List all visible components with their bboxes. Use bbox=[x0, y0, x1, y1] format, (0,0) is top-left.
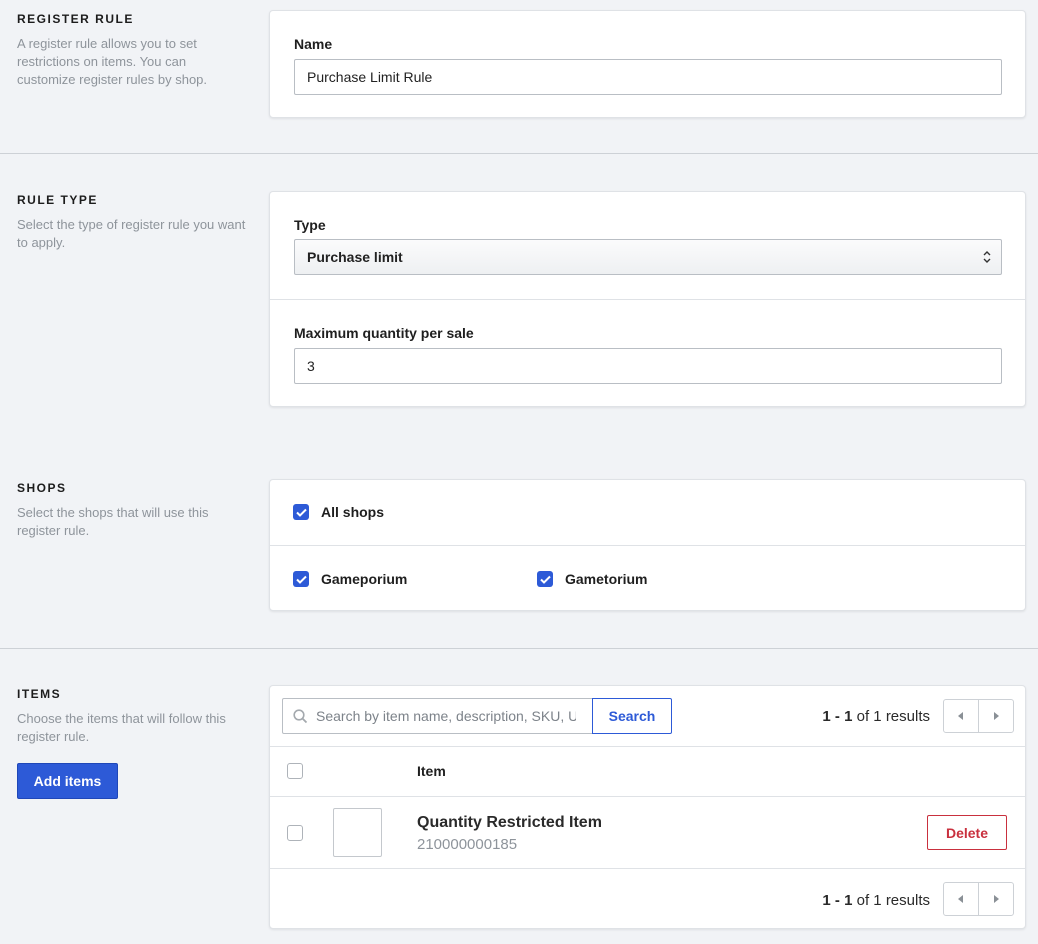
all-shops-checkbox[interactable] bbox=[293, 504, 309, 520]
row-checkbox[interactable] bbox=[287, 825, 303, 841]
caret-right-icon bbox=[994, 712, 999, 720]
register-rule-card: Name bbox=[269, 10, 1026, 118]
search-icon bbox=[293, 708, 308, 723]
select-all-checkbox[interactable] bbox=[287, 763, 303, 779]
section-divider bbox=[0, 648, 1038, 649]
caret-left-icon bbox=[958, 712, 963, 720]
select-caret-icon bbox=[983, 251, 991, 263]
pagination-bottom bbox=[943, 882, 1014, 916]
prev-page-button[interactable] bbox=[944, 883, 978, 915]
pagination-top bbox=[943, 699, 1014, 733]
next-page-button[interactable] bbox=[978, 700, 1013, 732]
search-button[interactable]: Search bbox=[592, 698, 672, 734]
gametorium-checkbox[interactable] bbox=[537, 571, 553, 587]
register-rule-description: A register rule allows you to set restri… bbox=[17, 36, 208, 87]
gametorium-label: Gametorium bbox=[565, 571, 648, 587]
results-count-bottom: 1 - 1 of 1 results bbox=[822, 892, 930, 909]
name-input[interactable] bbox=[294, 59, 1002, 95]
checkmark-icon bbox=[295, 575, 307, 584]
all-shops-checkbox-row[interactable]: All shops bbox=[293, 504, 384, 520]
items-title: ITEMS bbox=[17, 687, 62, 701]
rule-type-card: Type Purchase limit Maximum quantity per… bbox=[269, 191, 1026, 407]
item-sku: 210000000185 bbox=[417, 836, 518, 853]
search-input[interactable]: Search by item name, description, SKU, U bbox=[316, 708, 576, 724]
gameporium-checkbox[interactable] bbox=[293, 571, 309, 587]
section-divider bbox=[0, 153, 1038, 154]
table-header-separator bbox=[270, 746, 1025, 747]
prev-page-button[interactable] bbox=[944, 700, 978, 732]
shops-description: Select the shops that will use this regi… bbox=[17, 505, 209, 538]
register-rule-title: REGISTER RULE bbox=[17, 12, 134, 26]
table-footer-separator bbox=[270, 868, 1025, 869]
checkmark-icon bbox=[295, 508, 307, 517]
caret-left-icon bbox=[958, 895, 963, 903]
next-page-button[interactable] bbox=[978, 883, 1013, 915]
max-quantity-input[interactable] bbox=[294, 348, 1002, 384]
table-row-separator bbox=[270, 796, 1025, 797]
all-shops-label: All shops bbox=[321, 504, 385, 520]
checkmark-icon bbox=[539, 575, 551, 584]
rule-type-description: Select the type of register rule you wan… bbox=[17, 217, 246, 250]
column-header-item: Item bbox=[417, 763, 446, 779]
type-select-value: Purchase limit bbox=[307, 249, 403, 265]
delete-button[interactable]: Delete bbox=[927, 815, 1007, 850]
shops-title: SHOPS bbox=[17, 481, 67, 495]
shop-checkbox-row-gameporium[interactable]: Gameporium bbox=[293, 571, 407, 587]
type-select[interactable]: Purchase limit bbox=[294, 239, 1002, 275]
item-thumbnail bbox=[333, 808, 382, 857]
items-description: Choose the items that will follow this r… bbox=[17, 711, 226, 744]
type-label: Type bbox=[294, 217, 326, 233]
item-search-box[interactable]: Search by item name, description, SKU, U bbox=[282, 698, 593, 734]
items-card: Search by item name, description, SKU, U… bbox=[269, 685, 1026, 929]
item-name[interactable]: Quantity Restricted Item bbox=[417, 814, 602, 832]
shops-card: All shops Gameporium Gametorium bbox=[269, 479, 1026, 611]
shop-checkbox-row-gametorium[interactable]: Gametorium bbox=[537, 571, 647, 587]
gameporium-label: Gameporium bbox=[321, 571, 408, 587]
results-count-top: 1 - 1 of 1 results bbox=[822, 708, 930, 725]
caret-right-icon bbox=[994, 895, 999, 903]
max-quantity-label: Maximum quantity per sale bbox=[294, 325, 474, 341]
add-items-button[interactable]: Add items bbox=[17, 763, 118, 799]
rule-type-title: RULE TYPE bbox=[17, 193, 98, 207]
card-separator bbox=[270, 545, 1025, 546]
card-separator bbox=[270, 299, 1025, 300]
name-label: Name bbox=[294, 36, 333, 52]
